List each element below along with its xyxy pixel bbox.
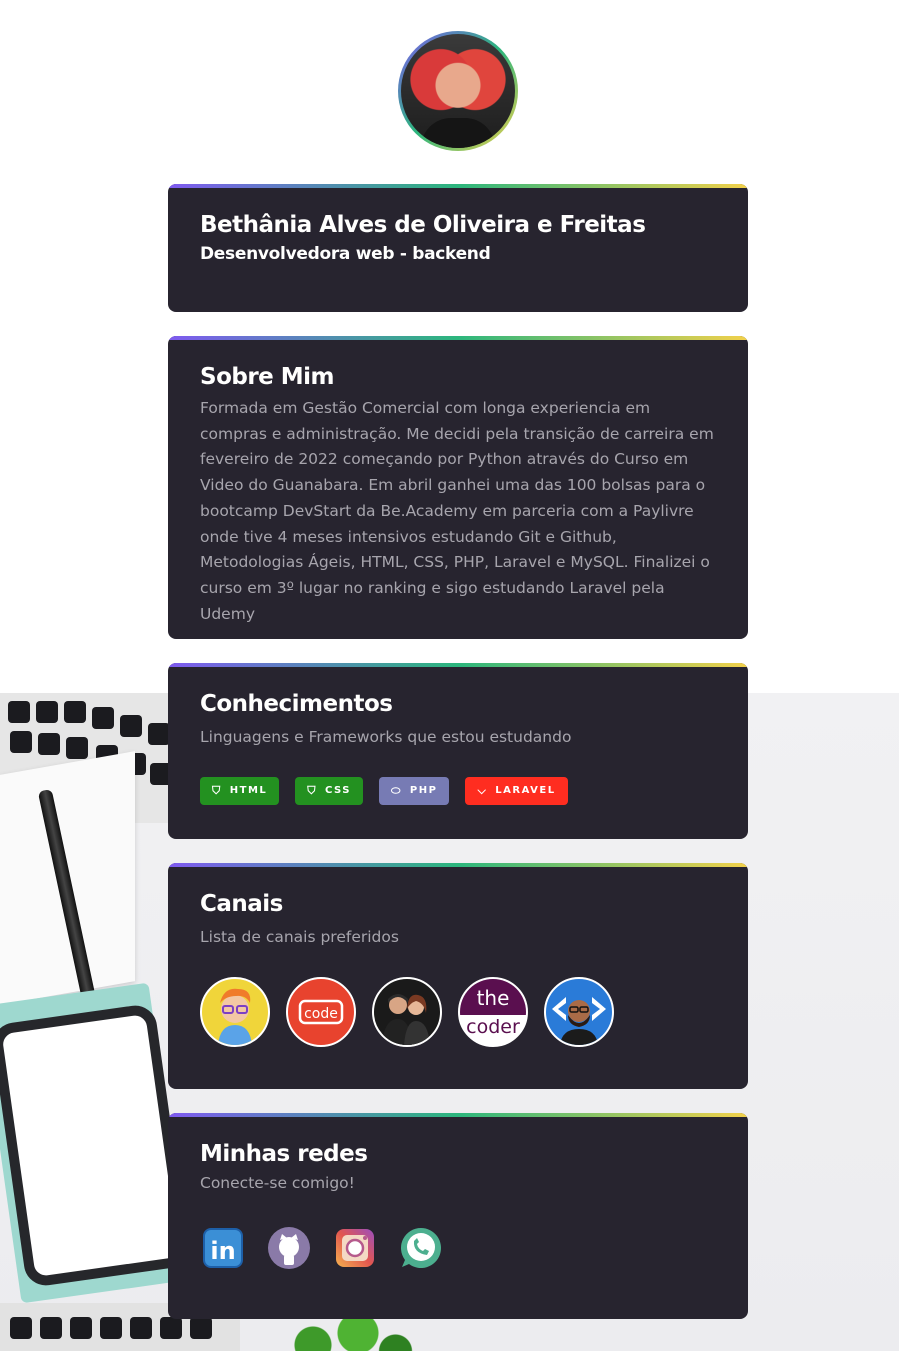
html5-icon: ⛉ — [212, 783, 222, 797]
skills-card: Conhecimentos Linguagens e Frameworks qu… — [168, 663, 748, 839]
instagram-link[interactable] — [332, 1225, 378, 1271]
channel-code[interactable]: code — [286, 976, 356, 1047]
skills-badges: ⛉ HTML ⛉ CSS ⬭ PHP ⌵ LARAVEL — [200, 776, 716, 805]
channel-the-coder[interactable]: the coder — [458, 976, 528, 1047]
skills-subtitle: Linguagens e Frameworks que estou estuda… — [200, 728, 572, 746]
profile-avatar — [398, 31, 518, 151]
linkedin-icon: in — [203, 1227, 243, 1268]
profile-role: Desenvolvedora web - backend — [200, 244, 491, 264]
code-logo-icon: code — [298, 999, 344, 1024]
socials-card: Minhas redes Conecte-se comigo! in — [168, 1113, 748, 1319]
css3-icon: ⛉ — [307, 783, 318, 797]
profile-name: Bethânia Alves de Oliveira e Freitas — [200, 212, 646, 238]
about-card: Sobre Mim Formada em Gestão Comercial co… — [168, 336, 748, 639]
whatsapp-link[interactable] — [398, 1225, 444, 1271]
badge-php[interactable]: ⬭ PHP — [379, 776, 450, 805]
channel-avatar-1[interactable] — [200, 976, 270, 1047]
profile-card: Bethânia Alves de Oliveira e Freitas Des… — [168, 184, 748, 312]
channels-title: Canais — [200, 891, 283, 917]
github-link[interactable] — [266, 1225, 312, 1271]
about-title: Sobre Mim — [200, 364, 335, 390]
profile-photo — [401, 34, 515, 148]
phone-decoration — [0, 1002, 191, 1289]
the-coder-logo-icon: the coder — [460, 978, 526, 1038]
svg-text:code: code — [304, 1006, 338, 1022]
badge-html[interactable]: ⛉ HTML — [200, 776, 280, 805]
socials-list: in — [200, 1225, 716, 1271]
channels-list: code the coder — [200, 976, 716, 1047]
socials-title: Minhas redes — [200, 1141, 368, 1167]
instagram-icon — [336, 1228, 374, 1267]
cartoon-avatar-icon — [218, 988, 252, 1045]
github-icon — [268, 1226, 310, 1269]
badge-laravel[interactable]: ⌵ LARAVEL — [465, 776, 568, 805]
svg-text:in: in — [210, 1237, 235, 1265]
channels-card: Canais Lista de canais preferidos code t… — [168, 863, 748, 1089]
svg-text:the: the — [477, 986, 510, 1010]
people-avatar-icon — [382, 993, 430, 1045]
linkedin-link[interactable]: in — [200, 1225, 246, 1271]
laravel-icon: ⌵ — [477, 783, 488, 797]
socials-subtitle: Conecte-se comigo! — [200, 1174, 355, 1192]
php-icon: ⬭ — [391, 783, 402, 797]
channels-subtitle: Lista de canais preferidos — [200, 928, 399, 946]
badge-css[interactable]: ⛉ CSS — [295, 776, 363, 805]
channel-couple[interactable] — [372, 976, 442, 1047]
skills-title: Conhecimentos — [200, 691, 393, 717]
dev-avatar-icon — [552, 996, 606, 1045]
about-text: Formada em Gestão Comercial com longa ex… — [200, 399, 714, 623]
channel-dev[interactable] — [544, 976, 614, 1047]
svg-text:coder: coder — [466, 1016, 520, 1038]
whatsapp-icon — [401, 1227, 441, 1268]
